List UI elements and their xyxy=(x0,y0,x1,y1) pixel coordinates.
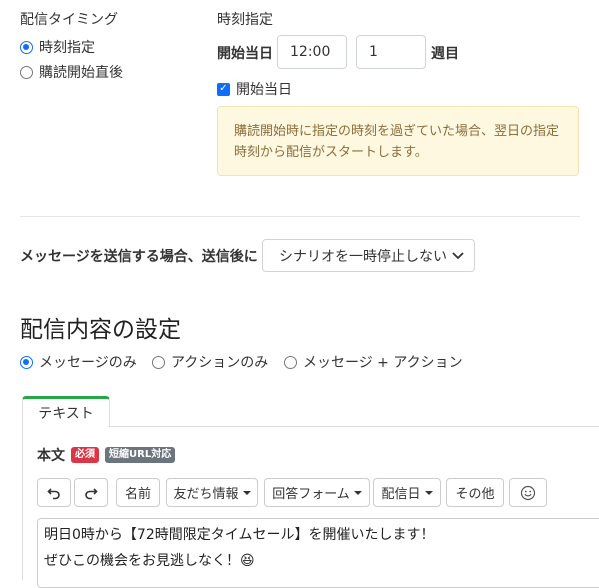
caret-down-icon xyxy=(353,490,362,495)
start-time-notice: 購読開始時に指定の時刻を過ぎていた場合、翌日の指定時刻から配信がスタートします。 xyxy=(217,106,579,176)
emoji-button[interactable] xyxy=(509,478,547,507)
caret-down-icon xyxy=(242,490,251,495)
undo-icon xyxy=(47,487,60,499)
radio-after-subscribe[interactable]: 購読開始直後 xyxy=(20,62,123,82)
radio-label: 購読開始直後 xyxy=(39,65,123,81)
radio-label: メッセージのみ xyxy=(39,355,137,371)
select-value: シナリオを一時停止しない xyxy=(279,248,447,265)
required-badge: 必須 xyxy=(71,447,99,463)
radio-label: 時刻指定 xyxy=(39,40,95,56)
radio-label: アクションのみ xyxy=(171,355,269,371)
delivery-timing-title: 配信タイミング xyxy=(20,12,118,28)
insert-name-button[interactable]: 名前 xyxy=(116,478,160,507)
radio-checked-icon[interactable] xyxy=(20,40,33,54)
tab-text[interactable]: テキスト xyxy=(22,396,110,427)
week-input[interactable]: 1 xyxy=(356,35,426,69)
radio-unchecked-icon[interactable] xyxy=(284,355,297,369)
start-day-label: 開始当日 xyxy=(217,46,273,62)
redo-button[interactable] xyxy=(74,478,108,507)
time-spec-title: 時刻指定 xyxy=(217,12,273,28)
content-settings-title: 配信内容の設定 xyxy=(20,317,181,343)
chevron-down-icon xyxy=(452,251,464,259)
start-day-checkbox-row[interactable]: ✓ 開始当日 xyxy=(217,79,292,99)
short-url-badge: 短縮URL対応 xyxy=(105,447,176,463)
radio-unchecked-icon[interactable] xyxy=(152,355,165,369)
other-button[interactable]: その他 xyxy=(446,478,504,507)
radio-unchecked-icon[interactable] xyxy=(20,65,33,79)
panel-border xyxy=(22,427,23,580)
radio-label: メッセージ + アクション xyxy=(303,355,463,371)
answer-form-label: 回答フォーム xyxy=(272,487,350,502)
message-line-1: 明日0時から【72時間限定タイムセール】を開催いたします！ xyxy=(44,527,435,543)
mode-message-and-action[interactable]: メッセージ + アクション xyxy=(284,352,463,372)
divider xyxy=(20,216,580,217)
after-send-label: メッセージを送信する場合、送信後に xyxy=(20,249,258,265)
mode-message-only[interactable]: メッセージのみ xyxy=(20,352,137,372)
redo-icon xyxy=(85,487,98,499)
time-input[interactable]: 12:00 xyxy=(277,35,347,69)
message-line-2: ぜひこの機会をお見逃しなく！😆 xyxy=(44,553,255,569)
after-send-select[interactable]: シナリオを一時停止しない xyxy=(262,239,475,272)
undo-button[interactable] xyxy=(37,478,71,507)
checkbox-checked-icon[interactable]: ✓ xyxy=(217,82,230,96)
radio-checked-icon[interactable] xyxy=(20,355,33,369)
radio-time-spec[interactable]: 時刻指定 xyxy=(20,37,95,57)
mode-action-only[interactable]: アクションのみ xyxy=(152,352,268,372)
delivery-date-dropdown[interactable]: 配信日 xyxy=(373,478,441,507)
emoji-icon xyxy=(520,485,536,500)
delivery-date-label: 配信日 xyxy=(381,487,421,502)
caret-down-icon xyxy=(424,490,433,495)
body-header: 本文 必須 短縮URL対応 xyxy=(37,445,176,465)
week-suffix-label: 週目 xyxy=(431,46,459,62)
answer-form-dropdown[interactable]: 回答フォーム xyxy=(264,478,370,507)
message-body-textarea[interactable]: 明日0時から【72時間限定タイムセール】を開催いたします！ ぜひこの機会をお見逃… xyxy=(37,518,599,588)
body-label: 本文 xyxy=(37,448,65,464)
checkbox-label: 開始当日 xyxy=(236,82,292,98)
friend-info-label: 友だち情報 xyxy=(173,487,239,502)
friend-info-dropdown[interactable]: 友だち情報 xyxy=(166,478,258,507)
